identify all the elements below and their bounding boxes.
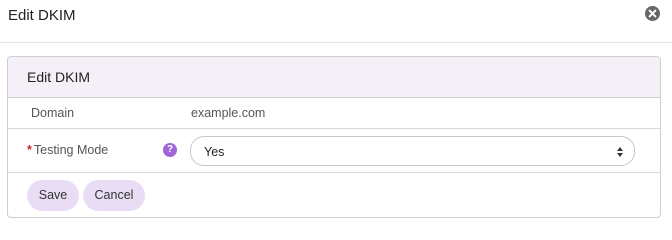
- testing-mode-selected: Yes: [204, 145, 225, 159]
- close-icon[interactable]: [645, 6, 660, 21]
- modal-header: Edit DKIM: [0, 0, 672, 43]
- card-header: Edit DKIM: [8, 57, 660, 98]
- testing-mode-select[interactable]: Yes: [190, 136, 635, 166]
- card-title: Edit DKIM: [27, 69, 91, 85]
- domain-label: Domain: [31, 106, 75, 120]
- required-marker: *: [27, 143, 32, 157]
- testing-mode-row: * Testing Mode ? Yes: [8, 129, 660, 173]
- testing-mode-label: * Testing Mode: [27, 143, 108, 157]
- domain-row: Domain example.com: [8, 98, 660, 129]
- domain-value: example.com: [191, 106, 266, 120]
- save-button[interactable]: Save: [27, 180, 79, 211]
- question-circle-icon[interactable]: ?: [163, 143, 177, 157]
- modal-title: Edit DKIM: [8, 7, 76, 24]
- form-actions: Save Cancel: [8, 173, 660, 217]
- testing-mode-label-text: Testing Mode: [33, 143, 109, 157]
- edit-dkim-card: Edit DKIM Domain example.com * Testing Mo…: [7, 56, 661, 218]
- cancel-button[interactable]: Cancel: [83, 180, 145, 211]
- sort-arrows-icon: [617, 147, 623, 157]
